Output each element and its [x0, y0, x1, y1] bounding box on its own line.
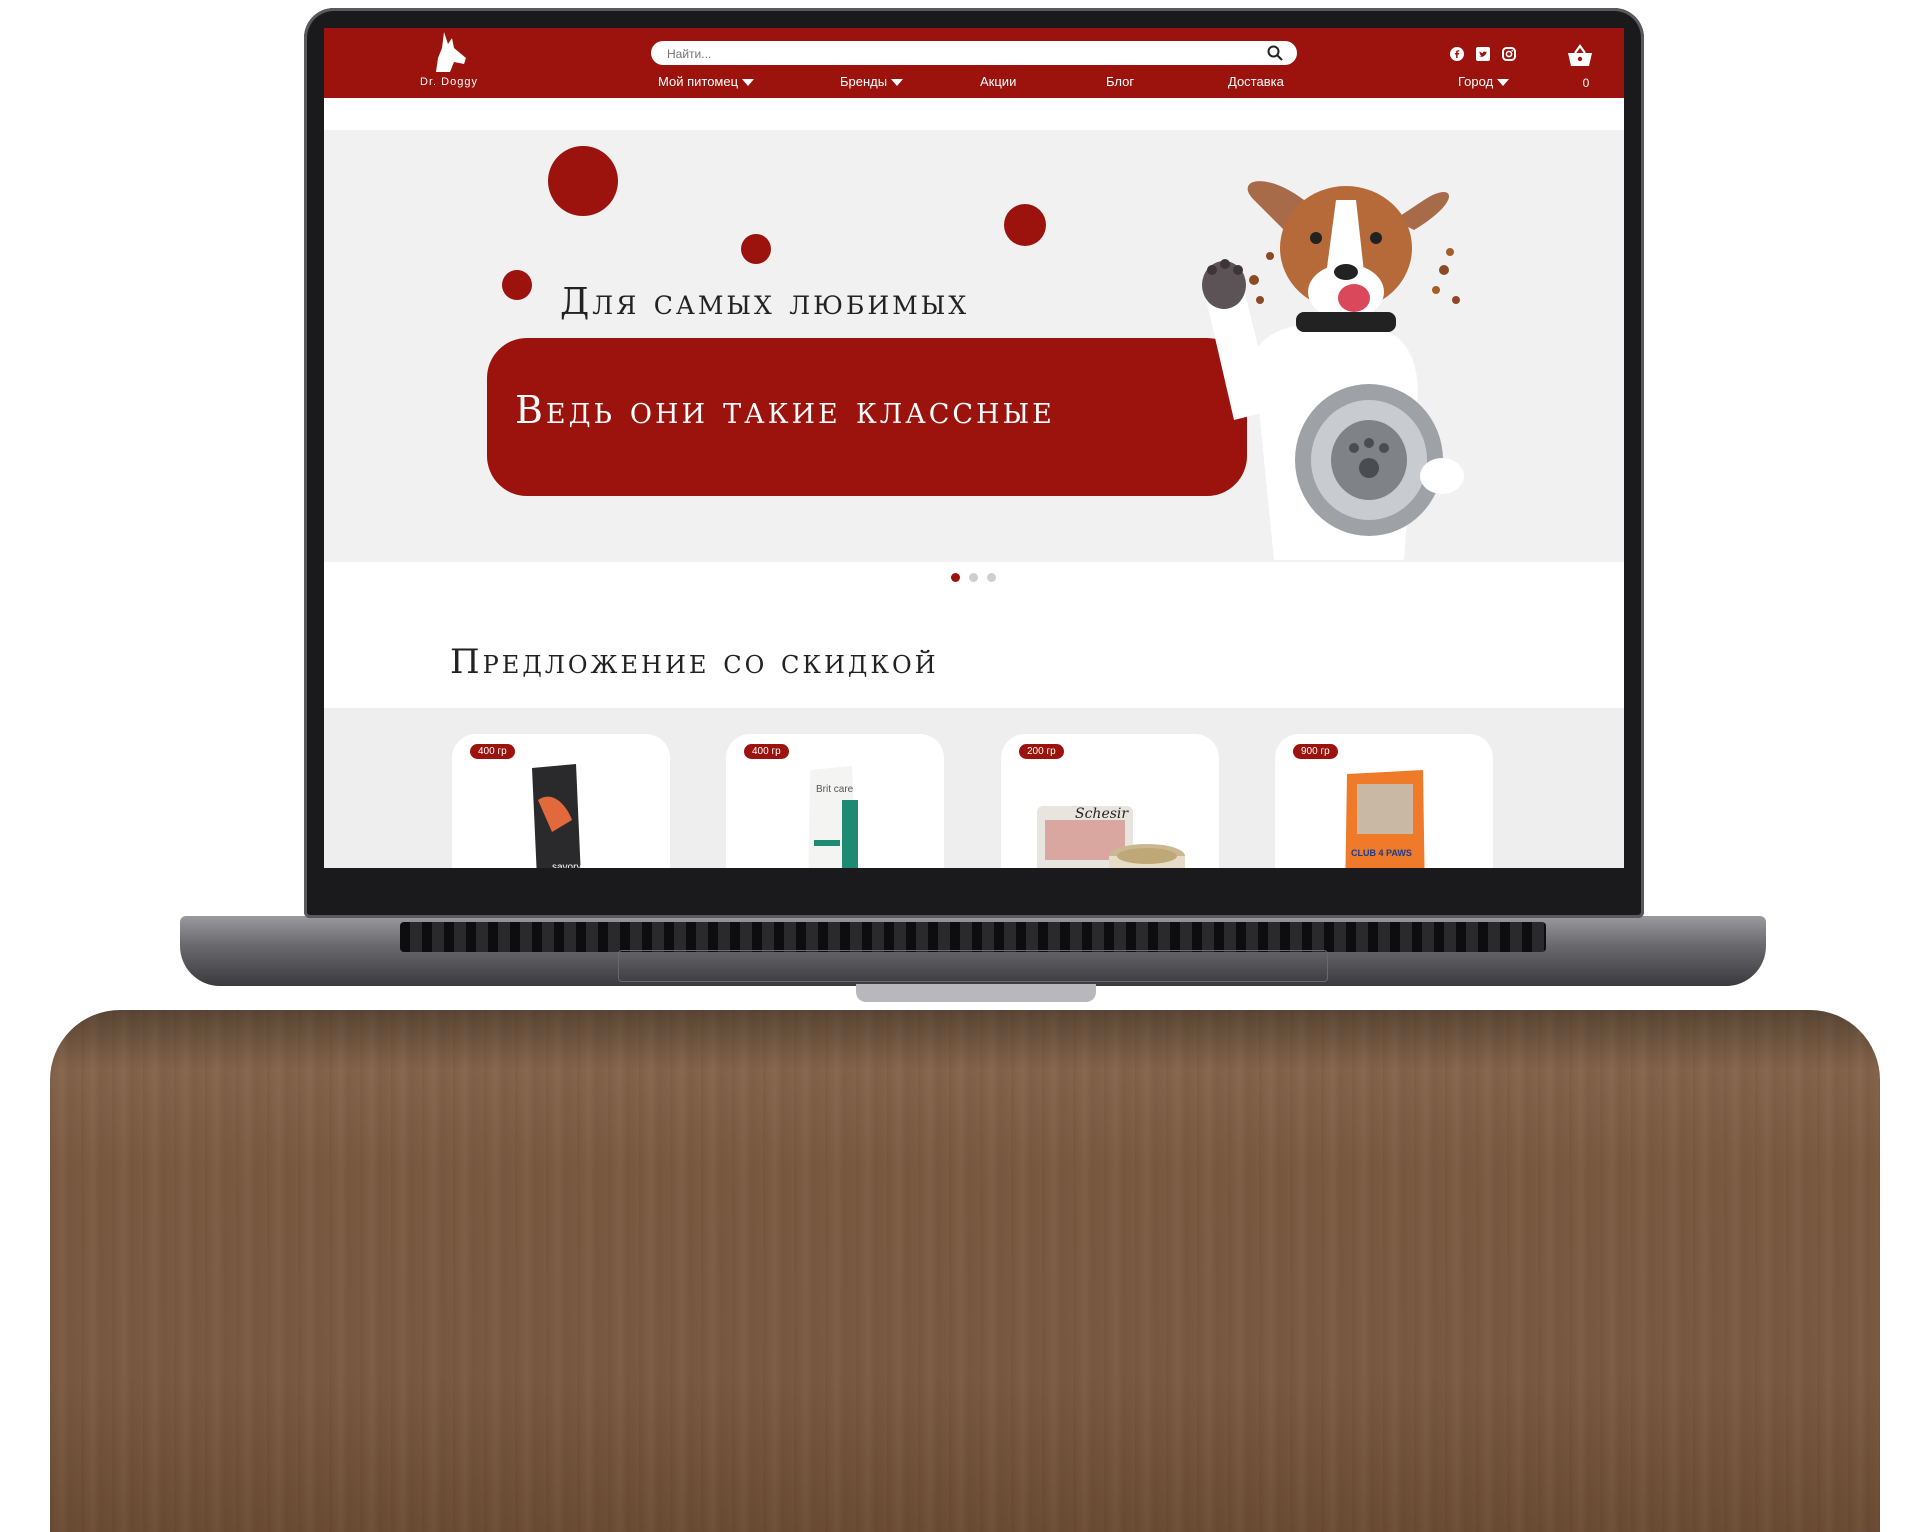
- product-image-savory: savory: [532, 764, 581, 868]
- nav-label: Мой питомец: [658, 74, 739, 89]
- pack-label: Brit care: [816, 784, 854, 795]
- nav-delivery[interactable]: Доставка: [1228, 74, 1284, 89]
- nav-blog[interactable]: Блог: [1106, 74, 1134, 89]
- search-input[interactable]: [665, 44, 1249, 64]
- instagram-icon[interactable]: [1502, 47, 1516, 61]
- product-card[interactable]: 400 гр savory: [452, 734, 670, 868]
- search-bar: [651, 41, 1297, 65]
- product-image-club-4-paws: CLUB 4 PAWS: [1345, 770, 1425, 868]
- product-image-brit-care: Brit care: [808, 766, 858, 868]
- carousel-dot-active[interactable]: [951, 573, 960, 582]
- nav-label: Блог: [1106, 74, 1135, 89]
- decorative-circle: [741, 234, 771, 264]
- chevron-down-icon: [742, 79, 755, 87]
- weight-badge: 200 гр: [1019, 744, 1064, 759]
- nav-label: Бренды: [840, 74, 888, 89]
- facebook-icon[interactable]: [1450, 47, 1464, 61]
- cart-count: 0: [1582, 76, 1590, 90]
- pack-label: savory: [552, 862, 581, 868]
- wooden-stand: [50, 1010, 1880, 1532]
- product-card[interactable]: 900 гр CLUB 4 PAWS: [1275, 734, 1493, 868]
- discount-section-title: Предложение со скидкой: [450, 642, 939, 682]
- product-card[interactable]: 400 гр Brit care: [726, 734, 944, 868]
- weight-badge: 900 гр: [1293, 744, 1338, 759]
- products-strip: 400 гр savory 400 гр Brit care 200 гр Sc…: [324, 708, 1624, 868]
- logo-text: Dr. Doggy: [420, 76, 478, 88]
- carousel-indicators: [324, 573, 1624, 583]
- nav-label: Акции: [980, 74, 1017, 89]
- site-logo[interactable]: Dr. Doggy: [408, 30, 490, 94]
- decorative-circle: [502, 270, 532, 300]
- product-image-schesir: Schesir: [1037, 806, 1185, 868]
- decorative-circle: [1004, 204, 1046, 246]
- nav-brands[interactable]: Бренды: [840, 74, 904, 89]
- weight-badge: 400 гр: [470, 744, 515, 759]
- dog-head-logo-icon: [436, 32, 466, 72]
- dog-with-bowl-image: [1202, 181, 1464, 560]
- laptop-screen: Dr. Doggy Мой питомец Бренды Акции Блог …: [324, 28, 1624, 868]
- pack-label: CLUB 4 PAWS: [1351, 848, 1412, 858]
- carousel-dot[interactable]: [987, 573, 996, 582]
- hero-subtitle: Ведь они такие классные: [515, 388, 1055, 432]
- hero-title: Для самых любимых: [560, 282, 970, 323]
- twitter-icon[interactable]: [1476, 47, 1490, 61]
- city-label: Город: [1458, 74, 1494, 89]
- search-icon[interactable]: [1267, 45, 1283, 61]
- decorative-circle: [548, 146, 618, 216]
- nav-promotions[interactable]: Акции: [980, 74, 1016, 89]
- city-selector[interactable]: Город: [1458, 74, 1510, 89]
- product-card[interactable]: 200 гр Schesir: [1001, 734, 1219, 868]
- nav-label: Доставка: [1228, 74, 1284, 89]
- chevron-down-icon: [1497, 79, 1510, 87]
- site-header: Dr. Doggy Мой питомец Бренды Акции Блог …: [324, 28, 1624, 98]
- carousel-dot[interactable]: [969, 573, 978, 582]
- laptop-trackpad: [618, 950, 1328, 982]
- laptop-notch: [856, 984, 1096, 1002]
- chevron-down-icon: [891, 79, 904, 87]
- weight-badge: 400 гр: [744, 744, 789, 759]
- laptop-keyboard: [400, 922, 1546, 952]
- pack-label: Schesir: [1075, 806, 1129, 822]
- hero-banner: Для самых любимых Ведь они такие классны…: [324, 130, 1624, 562]
- nav-my-pet[interactable]: Мой питомец: [658, 74, 755, 89]
- shopping-basket-icon[interactable]: [1566, 44, 1594, 68]
